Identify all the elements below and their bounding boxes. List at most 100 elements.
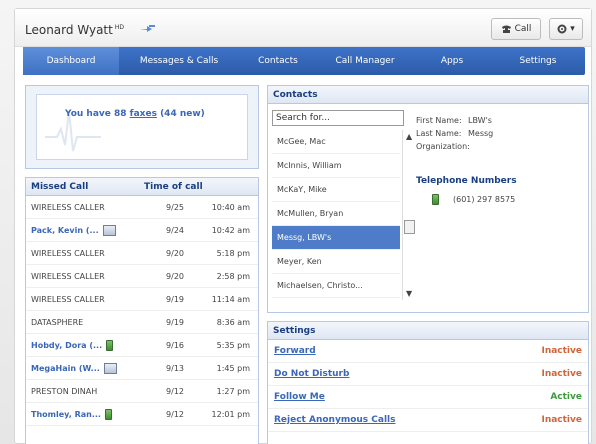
- missed-calls-panel: Missed Call Time of call WIRELESS CALLER…: [25, 177, 259, 444]
- caller-name: WIRELESS CALLER: [26, 249, 152, 258]
- mobile-phone-icon: [106, 339, 114, 351]
- time-of-call-column-header[interactable]: Time of call: [144, 178, 203, 195]
- missed-call-row[interactable]: WIRELESS CALLER 9/20 2:58 pm: [26, 265, 258, 288]
- missed-call-row[interactable]: WIRELESS CALLER 9/25 10:40 am: [26, 196, 258, 219]
- contact-list-item[interactable]: McInnis, William: [272, 154, 400, 178]
- setting-row: Do Not Disturb Inactive: [268, 363, 588, 386]
- chevron-down-icon: ▾: [570, 24, 575, 34]
- caller-name[interactable]: Thomley, Ran...: [26, 408, 152, 420]
- caller-name: WIRELESS CALLER: [26, 203, 152, 212]
- missed-call-row[interactable]: Thomley, Ran... 9/12 12:01 pm: [26, 403, 258, 426]
- fax-wave-icon: [45, 110, 101, 152]
- missed-call-row[interactable]: WIRELESS CALLER 9/20 5:18 pm: [26, 242, 258, 265]
- nav-contacts[interactable]: Contacts: [239, 47, 317, 75]
- contact-list-scrollbar[interactable]: ▲ ▼: [402, 130, 416, 300]
- first-name-label: First Name:: [416, 116, 462, 125]
- caller-name[interactable]: Hobdy, Dora (...: [26, 339, 152, 351]
- missed-call-row[interactable]: WIRELESS CALLER 9/19 11:14 am: [26, 288, 258, 311]
- fax-card: You have 88 faxes (44 new): [36, 94, 248, 160]
- missed-call-row[interactable]: PRESTON DINAH 9/12 1:27 pm: [26, 380, 258, 403]
- office-phone-icon: [103, 362, 117, 374]
- scroll-down-icon[interactable]: ▼: [406, 289, 412, 298]
- caller-name-text: Pack, Kevin (...: [31, 225, 99, 235]
- call-time: 5:18 pm: [216, 248, 250, 258]
- call-date: 9/20: [166, 271, 184, 281]
- contact-list-item[interactable]: Messg, LBW's: [272, 226, 400, 250]
- mobile-phone-icon: [104, 408, 112, 420]
- scroll-up-icon[interactable]: ▲: [406, 132, 412, 141]
- missed-calls-header: Missed Call Time of call: [26, 178, 258, 196]
- missed-call-row[interactable]: Hobdy, Dora (... 9/16 5:35 pm: [26, 334, 258, 357]
- scroll-thumb[interactable]: [404, 220, 415, 234]
- gear-icon: [557, 24, 567, 34]
- nav-settings[interactable]: Settings: [491, 47, 585, 75]
- user-name: Leonard Wyatt HD: [25, 23, 124, 37]
- settings-list: Forward Inactive Do Not Disturb Inactive Fol…: [268, 340, 588, 432]
- nav-dashboard[interactable]: Dashboard: [23, 47, 119, 75]
- call-date: 9/20: [166, 248, 184, 258]
- call-time: 11:14 am: [211, 294, 250, 304]
- call-button[interactable]: Call: [491, 18, 541, 40]
- nav-apps[interactable]: Apps: [413, 47, 491, 75]
- fax-prefix: You have: [65, 109, 114, 119]
- setting-link[interactable]: Follow Me: [274, 392, 325, 402]
- organization-label: Organization:: [416, 142, 470, 151]
- contact-list-item[interactable]: Michaelsen, Christo...: [272, 274, 400, 298]
- call-date: 9/24: [166, 225, 184, 235]
- fax-message: You have 88 faxes (44 new): [65, 109, 205, 119]
- contacts-title: Contacts: [268, 86, 588, 104]
- settings-title: Settings: [268, 322, 588, 340]
- call-time: 12:01 pm: [211, 409, 250, 419]
- call-time: 10:42 am: [211, 225, 250, 235]
- telephone-number[interactable]: (601) 297 8575: [453, 195, 515, 204]
- telephone-row: (601) 297 8575: [432, 194, 515, 205]
- caller-name: DATASPHERE: [26, 318, 152, 327]
- contact-list-item[interactable]: McMullen, Bryan: [272, 202, 400, 226]
- call-date: 9/19: [166, 294, 184, 304]
- missed-call-row[interactable]: Pack, Kevin (... 9/24 10:42 am: [26, 219, 258, 242]
- caller-name-text: WIRELESS CALLER: [31, 294, 105, 304]
- user-tier-badge: HD: [114, 24, 124, 31]
- faxes-link[interactable]: faxes: [130, 109, 157, 119]
- missed-call-row[interactable]: MegaHain (W... 9/13 1:45 pm: [26, 357, 258, 380]
- caller-name-text: DATASPHERE: [31, 317, 84, 327]
- setting-link[interactable]: Reject Anonymous Calls: [274, 415, 396, 425]
- setting-link[interactable]: Forward: [274, 346, 316, 356]
- caller-name: PRESTON DINAH: [26, 387, 152, 396]
- last-name-value: Messg: [468, 129, 494, 138]
- setting-status: Inactive: [541, 415, 582, 425]
- app-frame: Leonard Wyatt HD Call ▾ Dashboard Message…: [14, 8, 592, 444]
- call-date: 9/13: [166, 363, 184, 373]
- caller-name-text: Thomley, Ran...: [31, 409, 101, 419]
- missed-call-row[interactable]: DATASPHERE 9/19 8:36 am: [26, 311, 258, 334]
- caller-name[interactable]: MegaHain (W...: [26, 362, 152, 374]
- contact-list-item[interactable]: McGee, Mac: [272, 130, 400, 154]
- contact-list-item[interactable]: McKaY, Mike: [272, 178, 400, 202]
- caller-name-text: Hobdy, Dora (...: [31, 340, 103, 350]
- call-button-label: Call: [514, 24, 532, 34]
- setting-link[interactable]: Do Not Disturb: [274, 369, 349, 379]
- contact-list-item[interactable]: Meyer, Ken: [272, 250, 400, 274]
- phone-icon: [501, 25, 511, 33]
- caller-name: WIRELESS CALLER: [26, 295, 152, 304]
- missed-call-column-header[interactable]: Missed Call: [26, 178, 144, 195]
- contact-search-input[interactable]: Search for...: [272, 110, 404, 126]
- call-time: 8:36 am: [216, 317, 250, 327]
- missed-calls-list: WIRELESS CALLER 9/25 10:40 am Pack, Kevin (…: [26, 196, 258, 426]
- fax-new-count: (44 new): [156, 109, 205, 119]
- nav-messages-calls[interactable]: Messages & Calls: [119, 47, 239, 75]
- call-time: 5:35 pm: [216, 340, 250, 350]
- call-time: 1:45 pm: [216, 363, 250, 373]
- top-bar: Leonard Wyatt HD Call ▾: [15, 9, 591, 47]
- caller-name[interactable]: Pack, Kevin (...: [26, 224, 152, 236]
- user-name-text: Leonard Wyatt: [25, 23, 113, 37]
- call-date: 9/12: [166, 409, 184, 419]
- call-time: 2:58 pm: [216, 271, 250, 281]
- settings-menu-button[interactable]: ▾: [549, 18, 583, 40]
- caller-name-text: PRESTON DINAH: [31, 386, 98, 396]
- first-name-value: LBW's: [468, 116, 492, 125]
- nav-call-manager[interactable]: Call Manager: [317, 47, 413, 75]
- caller-name-text: WIRELESS CALLER: [31, 248, 105, 258]
- call-date: 9/19: [166, 317, 184, 327]
- presence-icon: [140, 25, 155, 32]
